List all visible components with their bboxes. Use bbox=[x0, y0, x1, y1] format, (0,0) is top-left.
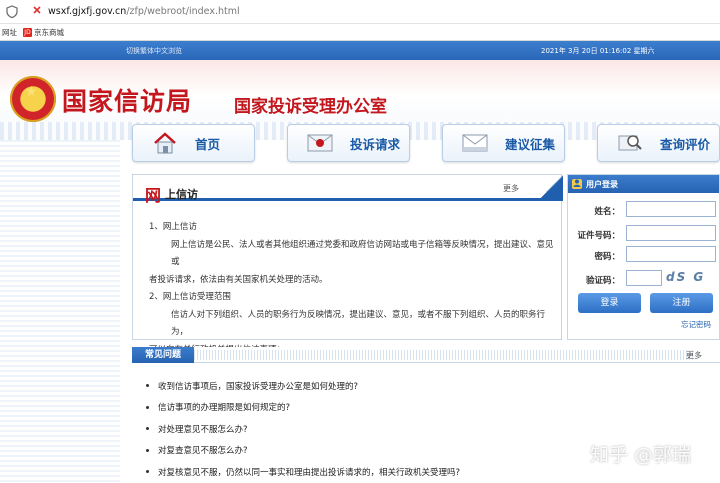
faq-header: 常见问题 更多 bbox=[132, 347, 720, 363]
site-subtitle: 国家投诉受理办公室 bbox=[234, 97, 387, 117]
datetime: 2021年 3月 20日 01:16:02 星期六 bbox=[541, 47, 655, 55]
url-path: /zfp/webroot/index.html bbox=[126, 6, 240, 17]
bookmark-wangzhi[interactable]: 网址 bbox=[2, 27, 17, 38]
faq-more-link[interactable]: 更多 bbox=[686, 350, 702, 361]
content-line: 2、网上信访受理范围 bbox=[149, 292, 231, 302]
envelope-icon bbox=[306, 131, 334, 155]
left-decoration bbox=[0, 140, 120, 483]
faq-item-text: 收到信访事项后，国家投诉受理办公室是如何处理的? bbox=[158, 381, 359, 392]
url-text[interactable]: wsxf.gjxfj.gov.cn/zfp/webroot/index.html bbox=[48, 6, 240, 17]
shield-icon bbox=[6, 4, 20, 19]
online-petition-title: 上信访 bbox=[165, 188, 198, 201]
online-petition-content: 1、网上信访 网上信访是公民、法人或者其他组织通过党委和政府信访网站或电子信箱等… bbox=[149, 219, 554, 359]
login-title: 用户登录 bbox=[586, 179, 618, 189]
faq-item-text: 对复核意见不服，仍然以同一事实和理由提出投诉请求的，相关行政机关受理吗? bbox=[158, 467, 461, 478]
nav-complaint-label: 投诉请求 bbox=[350, 136, 401, 152]
nav-suggestion-label: 建议征集 bbox=[505, 136, 556, 152]
login-panel: 用户登录 姓名： 证件号码： 密码： 验证码： dS G 登录 注册 忘记密码 bbox=[567, 174, 720, 340]
bookmark-jd-label: 京东商城 bbox=[34, 27, 64, 37]
content-line: 网上信访是公民、法人或者其他组织通过党委和政府信访网站或电子信箱等反映情况，提出… bbox=[171, 239, 554, 268]
header-corner-decoration bbox=[538, 175, 563, 201]
bullet-icon bbox=[146, 470, 149, 474]
login-header: 用户登录 bbox=[568, 175, 719, 193]
password-input[interactable] bbox=[626, 246, 716, 262]
nav-home-button[interactable]: 首页 bbox=[132, 124, 255, 162]
address-bar[interactable]: wsxf.gjxfj.gov.cn/zfp/webroot/index.html bbox=[0, 0, 720, 24]
watermark: 知乎 @郭瑞 bbox=[590, 444, 692, 466]
house-icon bbox=[151, 131, 179, 155]
online-petition-panel: 网 上信访 更多 1、网上信访 网上信访是公民、法人或者其他组织通过党委和政府信… bbox=[132, 174, 563, 355]
faq-tab[interactable]: 常见问题 bbox=[132, 347, 194, 363]
insecure-icon bbox=[32, 5, 42, 18]
captcha-input[interactable] bbox=[626, 270, 662, 286]
nav-suggestion-button[interactable]: 建议征集 bbox=[442, 124, 565, 162]
site-title: 国家信访局 bbox=[62, 87, 193, 116]
captcha-row: 验证码： dS G bbox=[568, 270, 720, 288]
captcha-label: 验证码： bbox=[585, 276, 620, 286]
register-button[interactable]: 注册 bbox=[650, 293, 713, 313]
faq-header-stripe bbox=[194, 350, 694, 360]
bookmark-jd[interactable]: JD 京东商城 bbox=[23, 27, 64, 38]
top-strip: 切换繁体中文浏览 2021年 3月 20日 01:16:02 星期六 bbox=[0, 41, 720, 60]
faq-item-text: 对复查意见不服怎么办? bbox=[158, 446, 248, 457]
content-line: 者投诉请求，依法由有关国家机关处理的活动。 bbox=[149, 274, 328, 285]
content-line: 信访人对下列组织、人员的职务行为反映情况，提出建议、意见，或者不服下列组织、人员… bbox=[171, 309, 546, 338]
jd-icon: JD bbox=[23, 27, 32, 37]
national-emblem-icon bbox=[10, 76, 56, 122]
id-number-input[interactable] bbox=[626, 225, 716, 241]
nav-query-button[interactable]: 查询评价 bbox=[597, 124, 720, 162]
traditional-chinese-link[interactable]: 切换繁体中文浏览 bbox=[126, 46, 182, 56]
id-row: 证件号码： bbox=[568, 225, 720, 243]
faq-item-text: 信访事项的办理期限是如何规定的? bbox=[158, 403, 291, 414]
online-petition-title-mark: 网 bbox=[145, 186, 162, 205]
faq-item[interactable]: 对复查意见不服怎么办? bbox=[146, 440, 460, 462]
faq-item[interactable]: 信访事项的办理期限是如何规定的? bbox=[146, 397, 460, 419]
bookmarks-bar: 网址 JD 京东商城 bbox=[0, 24, 720, 41]
bullet-icon bbox=[146, 384, 149, 388]
name-label: 姓名： bbox=[594, 207, 620, 217]
name-input[interactable] bbox=[626, 201, 716, 217]
url-host: wsxf.gjxfj.gov.cn bbox=[48, 6, 127, 17]
nav-complaint-button[interactable]: 投诉请求 bbox=[287, 124, 410, 162]
faq-list: 收到信访事项后，国家投诉受理办公室是如何处理的? 信访事项的办理期限是如何规定的… bbox=[146, 375, 460, 483]
captcha-image[interactable]: dS G bbox=[666, 270, 716, 286]
faq-item[interactable]: 对处理意见不服怎么办? bbox=[146, 418, 460, 440]
id-number-label: 证件号码： bbox=[577, 231, 620, 241]
faq-item[interactable]: 对复核意见不服，仍然以同一事实和理由提出投诉请求的，相关行政机关受理吗? bbox=[146, 461, 460, 483]
bullet-icon bbox=[146, 405, 149, 409]
bullet-icon bbox=[146, 448, 149, 452]
bullet-icon bbox=[146, 427, 149, 431]
nav-home-label: 首页 bbox=[195, 136, 221, 152]
letter-icon bbox=[461, 131, 489, 155]
user-icon bbox=[572, 179, 582, 189]
online-petition-header: 网 上信访 更多 bbox=[133, 175, 563, 205]
faq-item-text: 对处理意见不服怎么办? bbox=[158, 424, 248, 435]
name-row: 姓名： bbox=[568, 201, 720, 219]
online-petition-more-link[interactable]: 更多 bbox=[503, 183, 519, 194]
nav-query-label: 查询评价 bbox=[660, 136, 711, 152]
content-line: 1、网上信访 bbox=[149, 222, 197, 232]
password-label: 密码： bbox=[594, 252, 620, 262]
login-button[interactable]: 登录 bbox=[578, 293, 641, 313]
forgot-password-link[interactable]: 忘记密码 bbox=[681, 319, 711, 330]
faq-item[interactable]: 收到信访事项后，国家投诉受理办公室是如何处理的? bbox=[146, 375, 460, 397]
search-document-icon bbox=[616, 131, 644, 155]
password-row: 密码： bbox=[568, 246, 720, 264]
